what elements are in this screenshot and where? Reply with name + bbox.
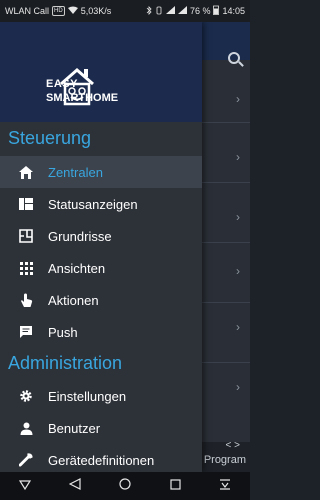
nav-item-zentralen[interactable]: Zentralen	[0, 156, 202, 188]
message-icon	[18, 324, 34, 340]
nav-item-label: Benutzer	[48, 420, 101, 436]
vibrate-icon	[155, 6, 163, 17]
nav-item-label: Aktionen	[48, 292, 99, 308]
signal-icon	[177, 6, 187, 16]
nav-item-statusanzeigen[interactable]: Statusanzeigen	[0, 188, 202, 220]
signal-icon	[165, 6, 175, 16]
battery-icon	[213, 5, 220, 17]
nav-item-label: Statusanzeigen	[48, 196, 138, 212]
battery-label: 76 %	[189, 6, 211, 16]
recents-icon[interactable]	[170, 477, 181, 495]
grid-icon	[18, 260, 34, 276]
status-bar: WLAN Call HD 5,03K/s 76 % 14:05	[0, 0, 250, 22]
chevron-right-icon[interactable]: ›	[236, 92, 240, 106]
person-icon	[18, 420, 34, 436]
system-nav-bar	[0, 472, 250, 500]
clock: 14:05	[222, 6, 245, 16]
nav-item-push[interactable]: Push	[0, 316, 202, 348]
nav-item-label: Einstellungen	[48, 388, 127, 404]
home-icon	[18, 164, 34, 180]
nav-item-label: Ansichten	[48, 260, 106, 276]
network-speed: 5,03K/s	[80, 6, 112, 16]
back-icon[interactable]	[68, 477, 81, 495]
wrench-icon	[18, 452, 34, 468]
navigation-drawer: EASY SMARTHOME Steuerung Zentralen Statu…	[0, 22, 202, 472]
arrows-icon[interactable]: < >	[226, 440, 240, 451]
volte-badge: HD	[52, 6, 65, 16]
carrier-label: WLAN Call	[5, 6, 50, 16]
section-title-steuerung: Steuerung	[8, 128, 92, 148]
search-icon[interactable]	[228, 52, 240, 64]
chevron-right-icon[interactable]: ›	[236, 380, 240, 394]
dashboard-icon	[18, 196, 34, 212]
nav-item-aktionen[interactable]: Aktionen	[0, 284, 202, 316]
section-title-administration: Administration	[8, 353, 123, 373]
touch-icon	[18, 292, 34, 308]
nav-item-label: Gerätedefinitionen	[48, 452, 155, 468]
bluetooth-icon	[146, 5, 152, 17]
nav-item-label: Grundrisse	[48, 228, 112, 244]
gear-icon	[18, 388, 34, 404]
logo-text-smarthome: SMARTHOME	[46, 92, 119, 104]
home-button-icon[interactable]	[119, 477, 132, 495]
chevron-right-icon[interactable]: ›	[236, 150, 240, 164]
nav-item-ansichten[interactable]: Ansichten	[0, 252, 202, 284]
nav-item-label: Zentralen	[48, 164, 103, 180]
chevron-right-icon[interactable]: ›	[236, 320, 240, 334]
program-tab[interactable]: Program	[204, 454, 246, 466]
drawer-header: EASY SMARTHOME	[0, 22, 202, 122]
floorplan-icon	[18, 228, 34, 244]
nav-item-einstellungen[interactable]: Einstellungen	[0, 380, 202, 412]
dropdown-arrow-icon[interactable]	[19, 477, 32, 495]
nav-item-benutzer[interactable]: Benutzer	[0, 412, 202, 444]
logo-text-easy: EASY	[46, 78, 78, 90]
notification-pull-icon[interactable]	[219, 477, 231, 495]
nav-item-label: Push	[48, 324, 78, 340]
wifi-icon	[67, 6, 78, 16]
chevron-right-icon[interactable]: ›	[236, 264, 240, 278]
nav-item-grundrisse[interactable]: Grundrisse	[0, 220, 202, 252]
chevron-right-icon[interactable]: ›	[236, 210, 240, 224]
